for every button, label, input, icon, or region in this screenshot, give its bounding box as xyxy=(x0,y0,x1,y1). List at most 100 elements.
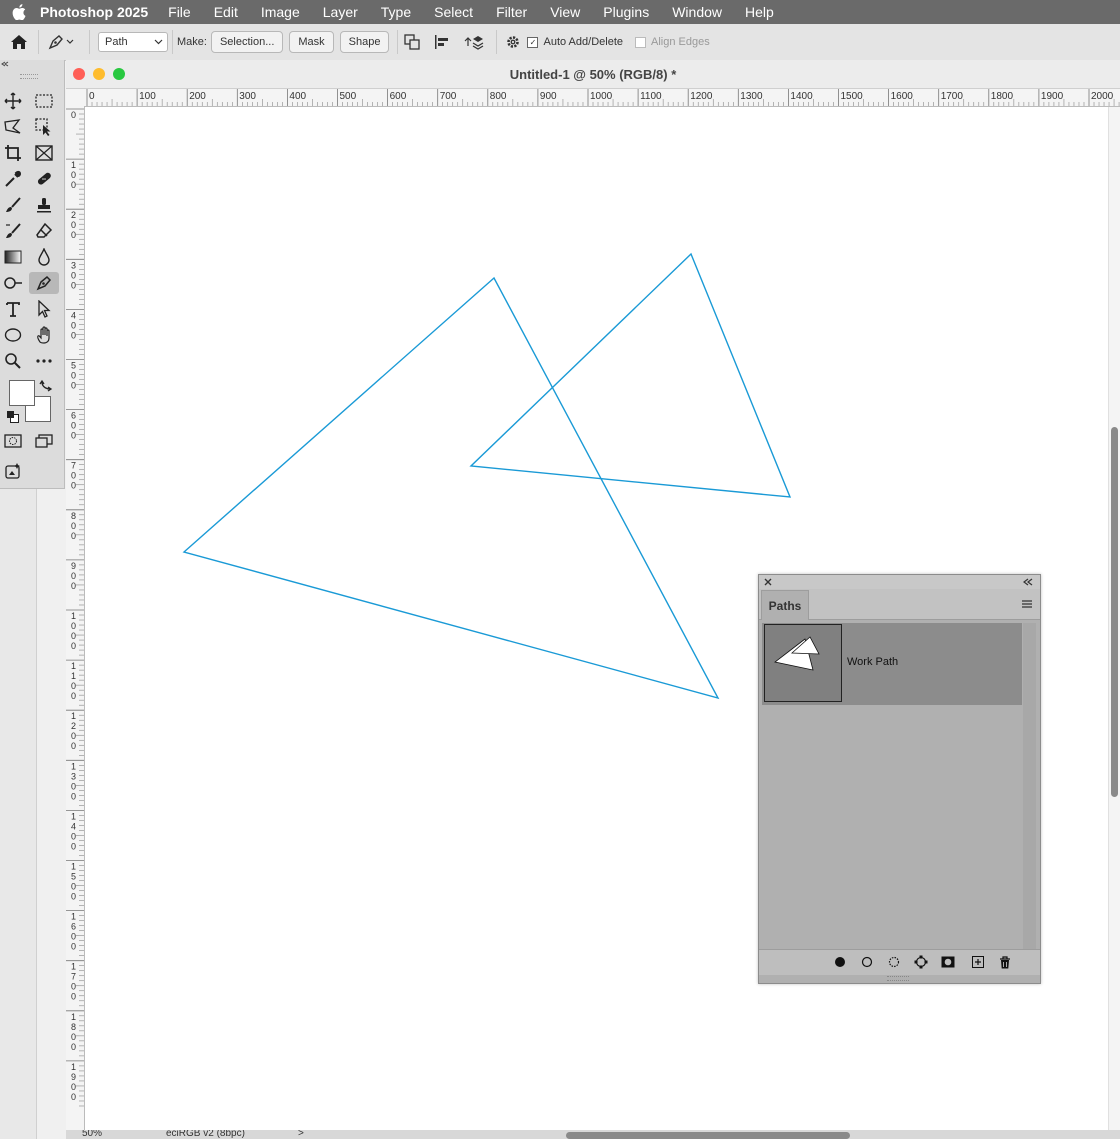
type-tool-icon[interactable] xyxy=(0,298,26,320)
make-selection-button[interactable]: Selection... xyxy=(210,31,284,53)
swap-colors-icon[interactable] xyxy=(39,378,53,392)
toolbox-grip[interactable] xyxy=(20,74,38,79)
menu-edit[interactable]: Edit xyxy=(214,4,238,20)
zoom-tool-icon[interactable] xyxy=(0,350,26,372)
frame-tool-icon[interactable] xyxy=(31,142,57,164)
ruler-label: 1800 xyxy=(71,1012,76,1052)
ellipse-tool-icon[interactable] xyxy=(0,324,26,346)
ruler-label: 1200 xyxy=(71,711,76,751)
path-operations-icon[interactable] xyxy=(404,34,424,50)
clone-stamp-tool-icon[interactable] xyxy=(31,194,57,216)
fill-path-icon[interactable] xyxy=(833,955,847,969)
panel-resize-grip[interactable] xyxy=(887,976,909,981)
menubar: Photoshop 2025 File Edit Image Layer Typ… xyxy=(0,0,1120,24)
menu-filter[interactable]: Filter xyxy=(496,4,527,20)
menu-type[interactable]: Type xyxy=(381,4,411,20)
horizontal-scrollbar-thumb[interactable] xyxy=(566,1132,850,1139)
ruler-label: 100 xyxy=(71,160,76,190)
stroke-path-icon[interactable] xyxy=(860,955,874,969)
eraser-tool-icon[interactable] xyxy=(31,220,57,242)
ruler-label: 1000 xyxy=(71,611,76,651)
blur-tool-icon[interactable] xyxy=(31,246,57,268)
gear-icon[interactable] xyxy=(505,34,523,50)
hand-tool-icon[interactable] xyxy=(31,324,57,346)
app-name[interactable]: Photoshop 2025 xyxy=(40,4,148,20)
toolbox-header[interactable] xyxy=(0,60,64,68)
path-triangle-small[interactable] xyxy=(469,252,792,498)
status-menu-arrow[interactable]: > xyxy=(298,1130,304,1139)
ruler-corner[interactable] xyxy=(66,89,85,107)
ruler-label: 1400 xyxy=(71,811,76,851)
load-selection-icon[interactable] xyxy=(887,955,901,969)
brush-tool-icon[interactable] xyxy=(0,194,26,216)
panel-header[interactable] xyxy=(759,575,1040,589)
ruler-label: 1400 xyxy=(790,91,813,102)
tab-paths[interactable]: Paths xyxy=(761,590,809,620)
trash-icon[interactable] xyxy=(998,955,1012,969)
ruler-label: 1900 xyxy=(1041,91,1064,102)
menu-file[interactable]: File xyxy=(168,4,191,20)
ruler-label: 100 xyxy=(139,91,156,102)
crop-tool-icon[interactable] xyxy=(0,142,26,164)
horizontal-ruler[interactable]: 0 100 200 300 400 500 600 700 800 900 1000 1100 1200… xyxy=(84,89,1120,107)
auto-add-delete-checkbox[interactable]: ✓ xyxy=(527,36,539,48)
menu-view[interactable]: View xyxy=(550,4,580,20)
new-path-icon[interactable] xyxy=(971,955,985,969)
menu-plugins[interactable]: Plugins xyxy=(603,4,649,20)
apple-icon[interactable] xyxy=(12,4,28,20)
vertical-ruler[interactable]: 0 1 0 0 2 0 0 3 0 0 4 0 0 5 0 0 6 0 0 7 0 0 8 0 0 9 0 0 1 0 0 0 1 1 0 0 1 2 0 0… xyxy=(66,106,85,1130)
collapse-icon[interactable] xyxy=(1,61,9,67)
quick-mask-icon[interactable] xyxy=(0,430,26,452)
vertical-scrollbar[interactable] xyxy=(1108,107,1120,1130)
generative-ai-icon[interactable] xyxy=(0,460,26,482)
menu-layer[interactable]: Layer xyxy=(323,4,358,20)
healing-brush-tool-icon[interactable] xyxy=(31,168,57,190)
make-work-path-icon[interactable] xyxy=(914,955,928,969)
close-window-button[interactable] xyxy=(73,68,85,80)
object-selection-tool-icon[interactable] xyxy=(31,116,57,138)
panel-scrollbar[interactable] xyxy=(1023,623,1036,949)
menu-window[interactable]: Window xyxy=(672,4,722,20)
home-icon[interactable] xyxy=(8,31,30,53)
make-shape-button[interactable]: Shape xyxy=(339,31,390,53)
pen-tool-preset-icon[interactable] xyxy=(47,33,81,51)
marquee-tool-icon[interactable] xyxy=(31,90,57,112)
minimize-window-button[interactable] xyxy=(93,68,105,80)
panel-menu-icon[interactable] xyxy=(1021,599,1033,609)
pen-tool-icon[interactable] xyxy=(29,272,59,294)
path-alignment-icon[interactable] xyxy=(434,34,454,50)
close-icon[interactable] xyxy=(764,578,772,586)
foreground-color-swatch[interactable] xyxy=(9,380,35,406)
screen-mode-icon[interactable] xyxy=(31,430,57,452)
move-tool-icon[interactable] xyxy=(0,90,26,112)
make-mask-button[interactable]: Mask xyxy=(289,31,334,53)
align-edges-label: Align Edges xyxy=(651,36,710,48)
path-arrangement-icon[interactable] xyxy=(464,33,484,51)
ruler-label: 1600 xyxy=(891,91,914,102)
ruler-label: 1800 xyxy=(991,91,1014,102)
path-selection-tool-icon[interactable] xyxy=(31,298,57,320)
status-zoom[interactable]: 50% xyxy=(82,1130,102,1139)
zoom-window-button[interactable] xyxy=(113,68,125,80)
collapse-panel-icon[interactable] xyxy=(1023,578,1033,586)
path-list-item[interactable]: Work Path xyxy=(762,623,1022,705)
dodge-tool-icon[interactable] xyxy=(0,272,26,294)
menu-image[interactable]: Image xyxy=(261,4,300,20)
status-document-profile: eciRGB v2 (8bpc) xyxy=(166,1130,245,1139)
eyedropper-tool-icon[interactable] xyxy=(0,168,26,190)
align-edges-checkbox[interactable] xyxy=(635,36,646,48)
default-colors-icon[interactable] xyxy=(7,411,19,423)
lasso-tool-icon[interactable] xyxy=(0,116,26,138)
menu-help[interactable]: Help xyxy=(745,4,774,20)
ruler-label: 800 xyxy=(71,511,76,541)
panel-footer xyxy=(759,949,1040,975)
gradient-tool-icon[interactable] xyxy=(0,246,26,268)
vertical-scrollbar-thumb[interactable] xyxy=(1111,427,1118,797)
more-tools-icon[interactable] xyxy=(31,350,57,372)
ruler-label: 0 xyxy=(71,110,76,120)
history-brush-tool-icon[interactable] xyxy=(0,220,26,242)
tool-mode-select[interactable]: Path xyxy=(98,32,168,52)
add-mask-icon[interactable] xyxy=(941,955,955,969)
menu-select[interactable]: Select xyxy=(434,4,473,20)
path-triangle-large[interactable] xyxy=(182,276,720,700)
